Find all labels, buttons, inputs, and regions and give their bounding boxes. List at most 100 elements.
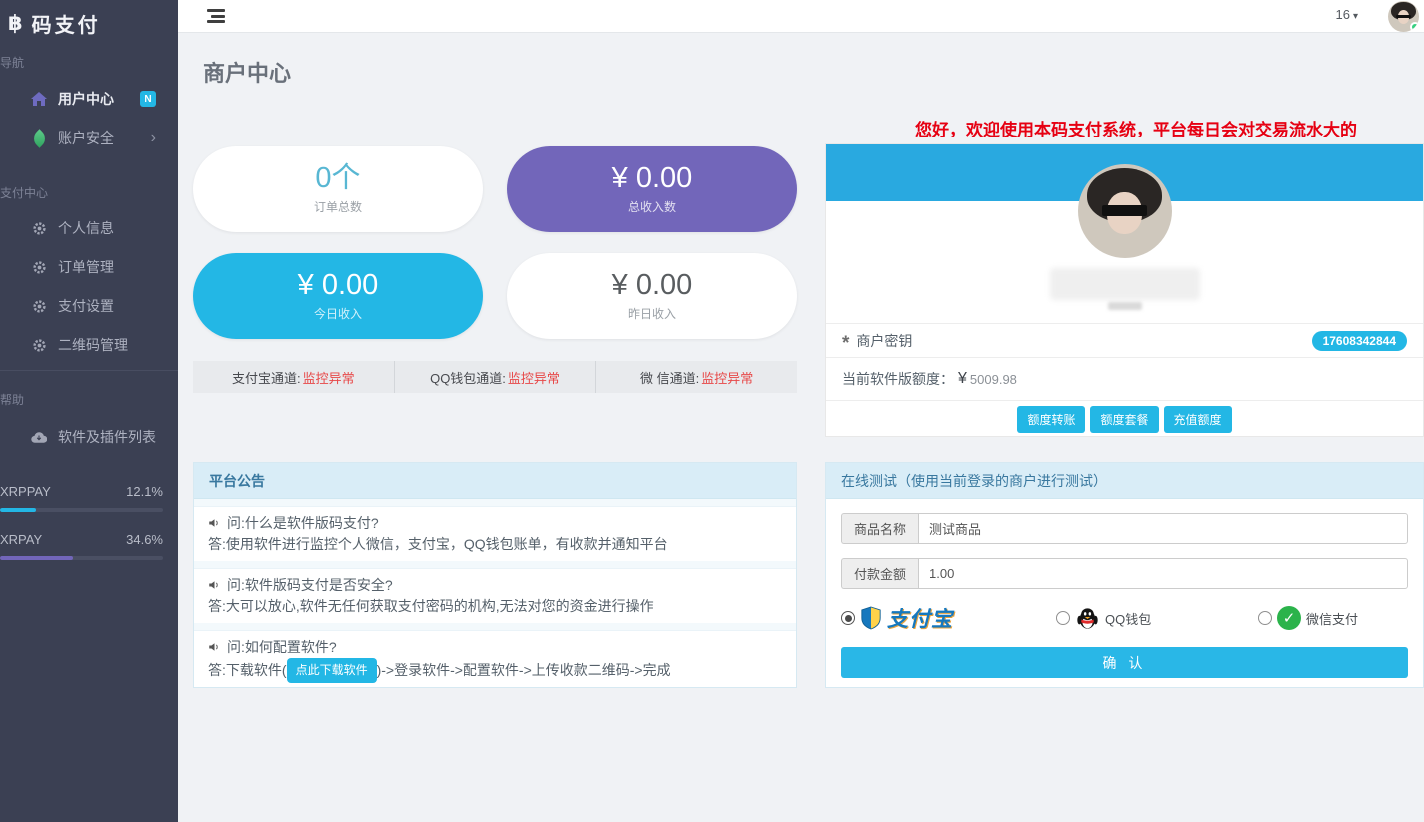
sidebar-item-label: 账户安全 — [58, 130, 114, 146]
channel-qq-wallet[interactable]: QQ钱包通道: 监控异常 — [393, 361, 596, 393]
quota-recharge-button[interactable]: 充值额度 — [1163, 406, 1232, 433]
card-label: 昨日收入 — [627, 307, 676, 322]
sidebar-item-user-center[interactable]: 用户中心 N — [0, 80, 178, 118]
avatar-sunglasses — [1101, 205, 1148, 216]
cloud-download-icon — [31, 431, 47, 444]
announcement-answer: 答:使用软件进行监控个人微信，支付宝，QQ钱包账单，有收款并通知平台 — [208, 536, 668, 552]
confirm-button[interactable]: 确 认 — [841, 647, 1408, 678]
sidebar-item-qrcode-management[interactable]: 二维码管理 — [0, 326, 178, 364]
card-value: ¥ 0.00 — [611, 268, 693, 301]
sidebar-item-personal-info[interactable]: 个人信息 — [0, 209, 178, 247]
card-label: 今日收入 — [313, 307, 362, 322]
sidebar-item-label: 支付设置 — [58, 298, 114, 314]
channel-wechat[interactable]: 微 信通道: 监控异常 — [595, 361, 797, 393]
stat-value: 34.6% — [126, 532, 163, 547]
merchant-key-badge[interactable]: 17608342844 — [1311, 330, 1407, 351]
platform-announcements-panel: 平台公告 问:什么是软件版码支付? 答:使用软件进行监控个人微信，支付宝，QQ钱… — [193, 462, 797, 688]
progress-bar — [0, 556, 163, 560]
announcement-question: 问:如何配置软件? — [227, 639, 337, 655]
caret-down-icon: ▾ — [1352, 11, 1358, 22]
pay-option-qq-wallet[interactable]: QQ钱包 — [1056, 606, 1196, 631]
page-title: 商户中心 — [203, 61, 292, 86]
sidebar-divider — [0, 370, 178, 371]
quota-package-button[interactable]: 额度套餐 — [1090, 406, 1159, 433]
merchant-profile-panel: * 商户密钥 17608342844 当前软件版额度： ¥ 5009.98 额度… — [825, 143, 1424, 437]
download-software-button[interactable]: 点此下载软件 — [286, 658, 377, 683]
answer-suffix: )->登录软件->配置软件->上传收款二维码->完成 — [376, 662, 671, 678]
leaf-icon — [29, 128, 49, 148]
sidebar-item-order-management[interactable]: 订单管理 — [0, 248, 178, 286]
card-label: 总收入数 — [627, 200, 676, 215]
radio-wechat[interactable] — [1258, 611, 1272, 625]
gear-icon — [31, 338, 47, 353]
sidebar-stat-xrppay: XRPPAY 12.1% — [0, 484, 178, 512]
sidebar-section-pay: 支付中心 — [0, 186, 49, 200]
sidebar-section-help: 帮助 — [0, 393, 25, 407]
card-yesterday-income: ¥ 0.00 昨日收入 — [507, 253, 797, 339]
online-test-title: 在线测试（使用当前登录的商户进行测试） — [826, 463, 1423, 499]
quota-row: 当前软件版额度： ¥ 5009.98 — [826, 358, 1423, 400]
speaker-icon — [209, 519, 218, 527]
online-status-dot — [1410, 22, 1419, 32]
row-separator — [194, 623, 796, 631]
quota-actions: 额度转账 额度套餐 充值额度 — [826, 400, 1423, 438]
notification-count-dropdown[interactable]: 16 ▾ — [1336, 7, 1359, 22]
announcement-item: 问:什么是软件版码支付? 答:使用软件进行监控个人微信，支付宝，QQ钱包账单，有… — [194, 507, 796, 561]
card-today-income: ¥ 0.00 今日收入 — [193, 253, 483, 339]
wechat-pay-label: 微信支付 — [1306, 611, 1359, 627]
quota-label: 当前软件版额度： — [842, 371, 954, 387]
radio-alipay[interactable] — [841, 611, 855, 625]
card-label: 订单总数 — [313, 200, 362, 215]
sidebar-item-label: 个人信息 — [58, 220, 114, 236]
announcement-answer: 答:下载软件(点此下载软件)->登录软件->配置软件->上传收款二维码->完成 — [208, 658, 782, 683]
sidebar-item-label: 订单管理 — [58, 259, 114, 275]
stat-cards: 0个 订单总数 ¥ 0.00 总收入数 ¥ 0.00 今日收入 ¥ 0.00 昨… — [193, 146, 797, 339]
merchant-avatar — [1077, 164, 1172, 258]
quota-transfer-button[interactable]: 额度转账 — [1017, 406, 1086, 433]
announcement-question: 问:软件版码支付是否安全? — [227, 577, 393, 593]
alipay-wordmark: 支付宝 — [887, 608, 953, 631]
pay-option-wechat[interactable]: ✓ 微信支付 — [1258, 606, 1358, 630]
product-name-group: 商品名称 — [841, 513, 1408, 544]
welcome-marquee: 您好，欢迎使用本码支付系统，平台每日会对交易流水大的 — [915, 121, 1357, 137]
product-name-input[interactable] — [918, 513, 1408, 544]
topbar: 16 ▾ — [178, 0, 1424, 33]
qq-wallet-label: QQ钱包 — [1105, 611, 1152, 627]
app-logo[interactable]: ฿ 码支付 — [0, 0, 178, 38]
channel-status: 监控异常 — [507, 370, 560, 386]
announcement-item: 问:软件版码支付是否安全? 答:大可以放心,软件无任何获取支付密码的机构,无法对… — [194, 569, 796, 623]
sidebar-item-label: 用户中心 — [58, 91, 114, 107]
gear-icon — [31, 299, 47, 314]
avatar-sunglasses — [1396, 14, 1411, 19]
alipay-shield-icon — [861, 606, 881, 630]
merchant-name-blurred — [1049, 268, 1200, 300]
channel-status: 监控异常 — [302, 370, 355, 386]
answer-prefix: 答:下载软件( — [208, 662, 287, 678]
sidebar-item-label: 软件及插件列表 — [58, 429, 156, 445]
amount-input[interactable] — [918, 558, 1408, 589]
radio-qq-wallet[interactable] — [1056, 611, 1070, 625]
pay-option-alipay[interactable]: 支付宝 — [841, 603, 1056, 633]
sidebar-item-account-security[interactable]: 账户安全 › — [0, 119, 178, 157]
sidebar: ฿ 码支付 导航 用户中心 N 账户安全 › 支付中心 个人信息 订单管理 支付… — [0, 0, 178, 822]
sidebar-toggle-icon[interactable] — [207, 9, 225, 23]
card-total-income: ¥ 0.00 总收入数 — [507, 146, 797, 232]
user-avatar[interactable] — [1388, 1, 1419, 32]
card-value: ¥ 0.00 — [297, 268, 379, 301]
channel-alipay[interactable]: 支付宝通道: 监控异常 — [193, 361, 394, 393]
merchant-dashboard: ฿ 码支付 导航 用户中心 N 账户安全 › 支付中心 个人信息 订单管理 支付… — [0, 0, 1424, 822]
sidebar-item-software-list[interactable]: 软件及插件列表 — [0, 418, 178, 456]
card-value: 0个 — [315, 161, 361, 194]
sidebar-item-payment-settings[interactable]: 支付设置 — [0, 287, 178, 325]
count-value: 16 — [1335, 7, 1350, 22]
amount-group: 付款金额 — [841, 558, 1408, 589]
speaker-icon — [209, 581, 218, 589]
bitcoin-icon: ฿ — [8, 12, 23, 35]
stat-value: 12.1% — [126, 484, 163, 499]
stat-name: XRPAY — [0, 532, 43, 547]
channel-status: 监控异常 — [701, 370, 754, 386]
speaker-icon — [209, 643, 218, 651]
card-value: ¥ 0.00 — [611, 161, 693, 194]
row-separator — [194, 561, 796, 569]
announcement-question: 问:什么是软件版码支付? — [227, 515, 379, 531]
